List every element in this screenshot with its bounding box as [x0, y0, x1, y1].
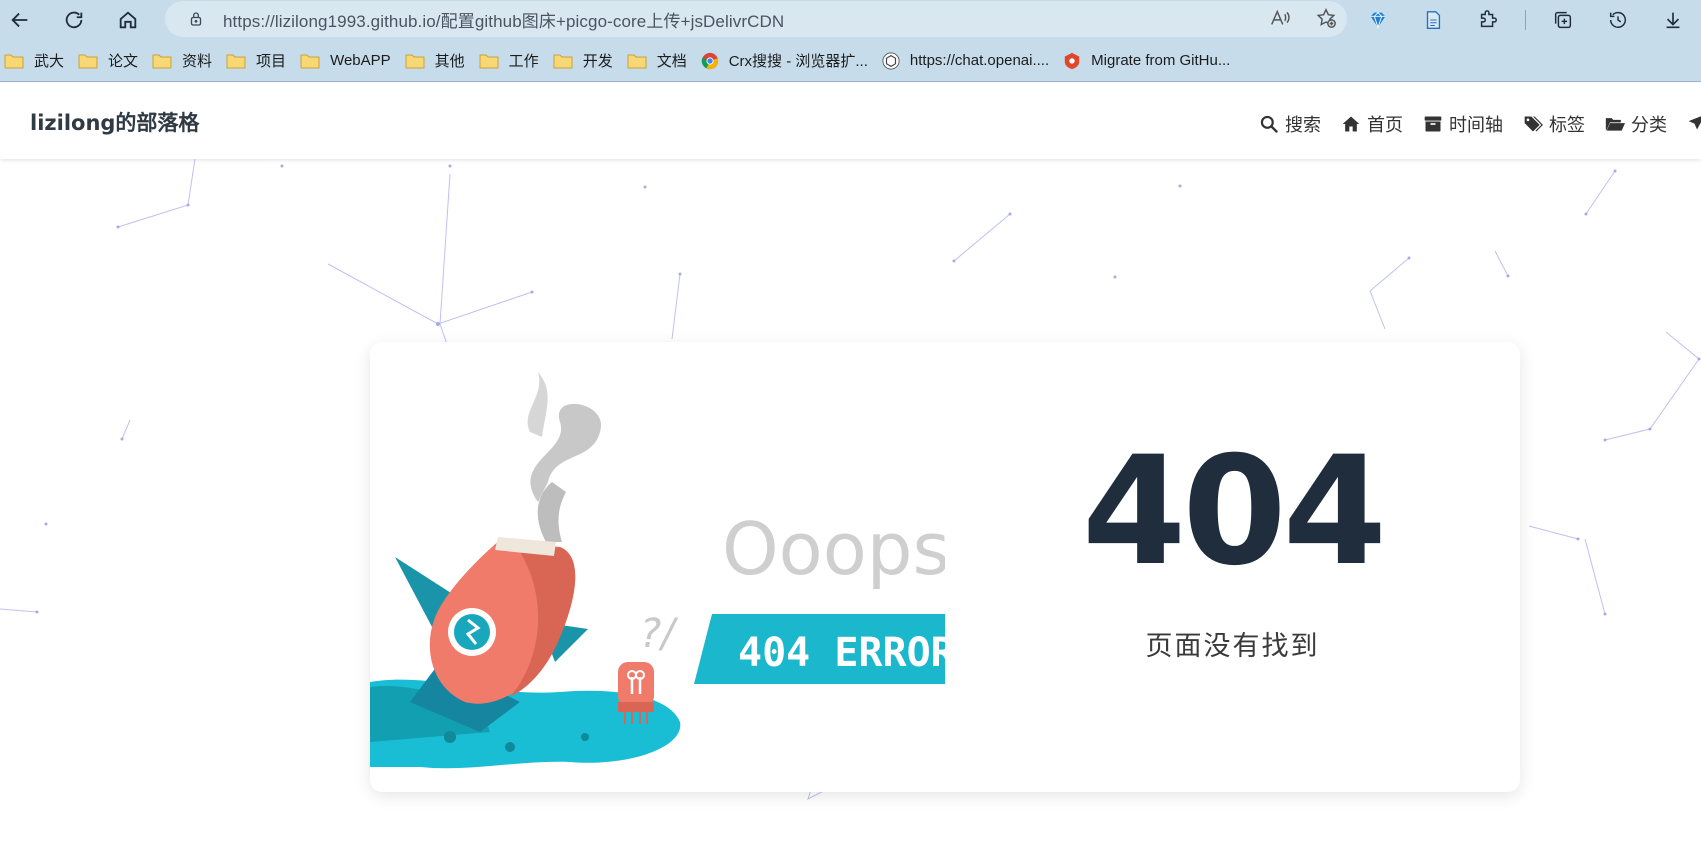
site-brand[interactable]: lizilong的部落格 — [30, 107, 199, 137]
folder-icon — [479, 54, 499, 68]
nav-archive[interactable]: 时间轴 — [1423, 111, 1503, 137]
error-code: 404 — [1081, 425, 1387, 599]
gitee-icon — [1064, 52, 1080, 69]
bookmark-folder[interactable]: 武大 — [2, 46, 72, 76]
collections-icon[interactable] — [1545, 2, 1581, 38]
read-aloud-icon[interactable] — [1269, 7, 1291, 29]
downloads-icon[interactable] — [1655, 2, 1691, 38]
folder-icon — [300, 54, 320, 68]
folder-icon — [78, 54, 98, 68]
folder-open-icon — [1605, 118, 1625, 131]
nav-tags[interactable]: 标签 — [1523, 111, 1585, 137]
toolbar-separator — [1525, 10, 1526, 30]
folder-icon — [553, 54, 573, 68]
rocket-crash-illustration: ?/ Ooops 404 ERROR — [370, 372, 945, 769]
question-marks: ?/ — [640, 611, 679, 657]
bookmark-folder[interactable]: 工作 — [477, 46, 547, 76]
extensions-area — [1360, 2, 1691, 38]
error-message: 页面没有找到 — [1145, 631, 1320, 662]
folder-icon — [226, 54, 246, 68]
bookmark-site[interactable]: Crx搜搜 - 浏览器扩... — [699, 46, 876, 76]
nav-search[interactable]: 搜索 — [1259, 111, 1321, 137]
bookmark-folder[interactable]: 开发 — [551, 46, 621, 76]
folder-icon — [4, 54, 24, 68]
site-header: lizilong的部落格 搜索 首页 时间轴 标签 分类 — [0, 83, 1701, 159]
bookmark-folder[interactable]: 文档 — [625, 46, 695, 76]
refresh-icon[interactable] — [56, 2, 92, 38]
nav-categories[interactable]: 分类 — [1605, 111, 1667, 137]
openai-icon — [882, 51, 900, 70]
site-nav: 搜索 首页 时间轴 标签 分类 — [1259, 111, 1701, 137]
address-bar[interactable]: https://lizilong1993.github.io/配置github图… — [165, 1, 1347, 37]
bookmark-folder[interactable]: 项目 — [224, 46, 294, 76]
home-icon — [1342, 116, 1360, 132]
bookmark-site[interactable]: https://chat.openai.... — [880, 46, 1057, 76]
lock-icon[interactable] — [187, 10, 205, 28]
extensions-puzzle-icon[interactable] — [1470, 2, 1506, 38]
nav-home[interactable]: 首页 — [1341, 111, 1403, 137]
error-info: 404 页面没有找到 — [945, 342, 1520, 792]
favorite-add-icon[interactable] — [1315, 7, 1337, 29]
folder-icon — [405, 54, 425, 68]
bookmarks-bar: 武大 论文 资料 项目 WebAPP 其他 工作 开发 文档 Crx搜搜 - 浏… — [0, 40, 1701, 82]
back-icon[interactable] — [2, 2, 38, 38]
url-text[interactable]: https://lizilong1993.github.io/配置github图… — [223, 7, 784, 32]
bookmark-folder[interactable]: 论文 — [76, 46, 146, 76]
ooops-text: Ooops — [722, 507, 945, 591]
nav-overflow-icon[interactable] — [1687, 112, 1701, 137]
tags-icon — [1524, 116, 1543, 132]
chrome-icon — [701, 52, 718, 69]
error-banner-text: 404 ERROR — [738, 630, 945, 676]
bookmark-site[interactable]: Migrate from GitHu... — [1061, 46, 1238, 76]
bookmark-folder[interactable]: 资料 — [150, 46, 220, 76]
error-card: ?/ Ooops 404 ERROR 404 页面没有找到 — [370, 342, 1520, 792]
search-icon — [1260, 115, 1278, 133]
home-browser-icon[interactable] — [110, 2, 146, 38]
folder-icon — [627, 54, 647, 68]
folder-icon — [152, 54, 172, 68]
history-icon[interactable] — [1600, 2, 1636, 38]
bookmark-folder[interactable]: 其他 — [403, 46, 473, 76]
archive-icon — [1424, 116, 1442, 132]
bookmark-folder[interactable]: WebAPP — [298, 46, 399, 76]
diamond-extension-icon[interactable] — [1360, 2, 1396, 38]
document-extension-icon[interactable] — [1415, 2, 1451, 38]
